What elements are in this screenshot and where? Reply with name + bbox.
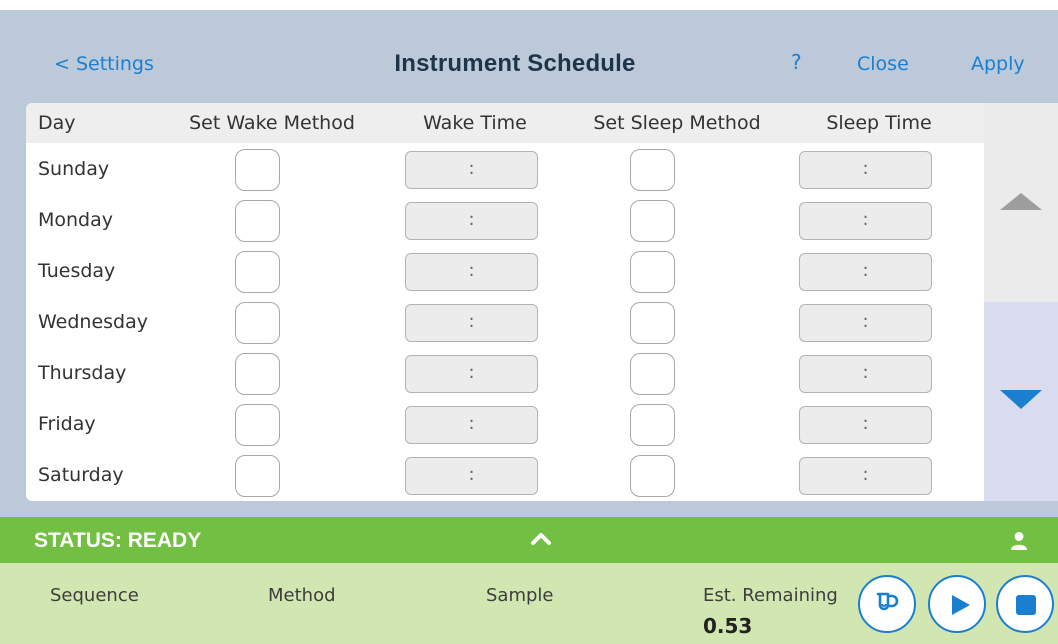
est-remaining-label: Est. Remaining: [703, 585, 838, 606]
wake-method-checkbox[interactable]: [235, 302, 280, 344]
close-button[interactable]: Close: [857, 52, 909, 76]
wake-time-field[interactable]: :: [405, 151, 538, 189]
sample-label: Sample: [486, 585, 554, 606]
stop-button[interactable]: [996, 575, 1054, 633]
run-info-bar: Sequence Method Sample Est. Remaining 0.…: [0, 563, 1058, 644]
sleep-time-field[interactable]: :: [799, 151, 932, 189]
wake-time-field[interactable]: :: [405, 253, 538, 291]
wake-time-field[interactable]: :: [405, 355, 538, 393]
chevron-up-icon[interactable]: [530, 530, 552, 550]
wake-method-checkbox[interactable]: [235, 455, 280, 497]
sleep-time-field[interactable]: :: [799, 457, 932, 495]
play-icon: [950, 593, 972, 621]
sleep-time-field[interactable]: :: [799, 355, 932, 393]
app-window: < Settings Instrument Schedule ? Close A…: [0, 10, 1058, 644]
table-row-monday: Monday : :: [26, 196, 984, 247]
day-label: Friday: [38, 413, 96, 435]
column-header-set-wake-method: Set Wake Method: [189, 112, 355, 134]
table-header: Day Set Wake Method Wake Time Set Sleep …: [26, 103, 984, 143]
wake-time-field[interactable]: :: [405, 304, 538, 342]
est-remaining-value: 0.53: [703, 614, 753, 638]
column-header-wake-time: Wake Time: [423, 112, 527, 134]
table-row-tuesday: Tuesday : :: [26, 247, 984, 298]
table-row-wednesday: Wednesday : :: [26, 298, 984, 349]
scroll-panel: [984, 103, 1058, 501]
page-title-text: Instrument Schedule: [394, 50, 636, 77]
day-label: Saturday: [38, 464, 124, 486]
table-row-thursday: Thursday : :: [26, 349, 984, 400]
vial-icon: [874, 590, 902, 622]
sleep-method-checkbox[interactable]: [630, 353, 675, 395]
sleep-method-checkbox[interactable]: [630, 455, 675, 497]
sleep-time-field[interactable]: :: [799, 253, 932, 291]
day-label: Monday: [38, 209, 114, 231]
wake-method-checkbox[interactable]: [235, 200, 280, 242]
vial-button[interactable]: [858, 575, 916, 633]
help-button[interactable]: ?: [791, 50, 802, 74]
sleep-method-checkbox[interactable]: [630, 302, 675, 344]
wake-method-checkbox[interactable]: [235, 353, 280, 395]
wake-method-checkbox[interactable]: [235, 149, 280, 191]
sleep-method-checkbox[interactable]: [630, 251, 675, 293]
table-row-saturday: Saturday : :: [26, 451, 984, 501]
wake-time-field[interactable]: :: [405, 457, 538, 495]
status-bar[interactable]: STATUS: READY: [0, 517, 1058, 563]
triangle-down-icon: [1000, 390, 1042, 409]
sequence-label: Sequence: [50, 585, 139, 606]
status-text: STATUS: READY: [34, 529, 202, 552]
stop-icon: [1015, 594, 1037, 620]
day-label: Thursday: [38, 362, 127, 384]
day-label: Tuesday: [38, 260, 116, 282]
sleep-time-field[interactable]: :: [799, 202, 932, 240]
user-icon[interactable]: [1010, 531, 1028, 555]
wake-time-field[interactable]: :: [405, 406, 538, 444]
table-row-friday: Friday : :: [26, 400, 984, 451]
day-label: Sunday: [38, 158, 110, 180]
sleep-method-checkbox[interactable]: [630, 404, 675, 446]
wake-method-checkbox[interactable]: [235, 251, 280, 293]
column-header-sleep-time: Sleep Time: [826, 112, 932, 134]
table-row-sunday: Sunday : :: [26, 145, 984, 196]
sleep-method-checkbox[interactable]: [630, 200, 675, 242]
wake-method-checkbox[interactable]: [235, 404, 280, 446]
wake-time-field[interactable]: :: [405, 202, 538, 240]
sleep-time-field[interactable]: :: [799, 304, 932, 342]
play-button[interactable]: [928, 575, 986, 633]
scroll-down-button[interactable]: [984, 302, 1058, 501]
triangle-up-icon: [1000, 193, 1042, 210]
day-label: Wednesday: [38, 311, 149, 333]
method-label: Method: [268, 585, 336, 606]
column-header-set-sleep-method: Set Sleep Method: [593, 112, 761, 134]
column-header-day: Day: [38, 112, 76, 134]
sleep-time-field[interactable]: :: [799, 406, 932, 444]
scroll-up-button[interactable]: [984, 103, 1058, 302]
sleep-method-checkbox[interactable]: [630, 149, 675, 191]
apply-button[interactable]: Apply: [971, 52, 1025, 76]
schedule-table: Day Set Wake Method Wake Time Set Sleep …: [26, 103, 1058, 501]
